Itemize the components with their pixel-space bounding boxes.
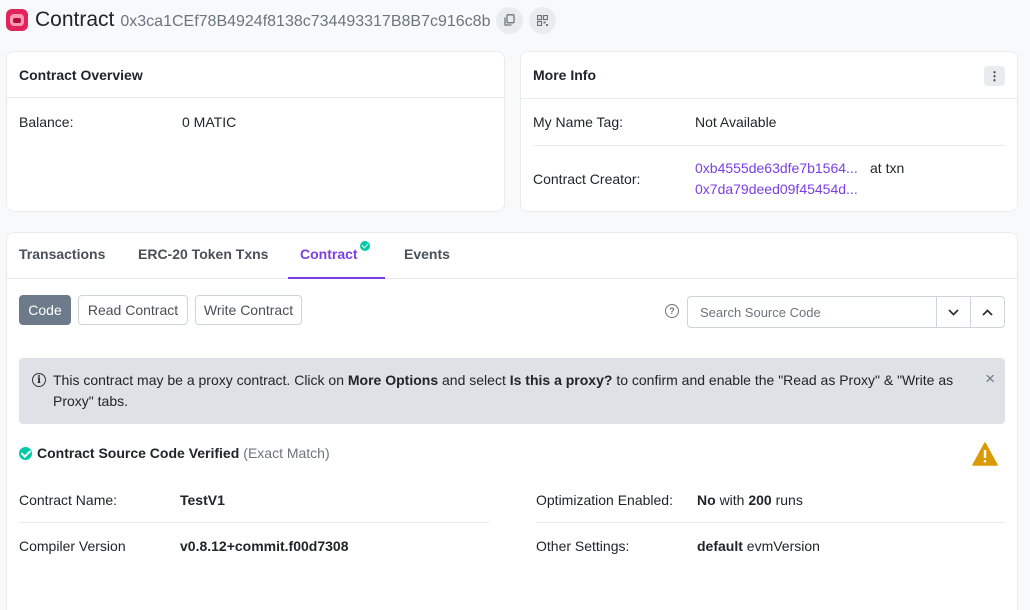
name-tag-label: My Name Tag: <box>533 114 623 130</box>
tab-events[interactable]: Events <box>404 233 450 279</box>
info-icon: i <box>32 373 46 387</box>
exact-match-label: (Exact Match) <box>243 445 330 461</box>
chevron-up-icon <box>982 308 993 316</box>
more-info-title: More Info <box>521 52 1017 99</box>
details-divider-right <box>536 522 1005 523</box>
verified-check-icon <box>19 446 32 460</box>
more-options-button[interactable]: ⋮ <box>984 66 1005 86</box>
optimization-label: Optimization Enabled: <box>536 492 673 508</box>
contract-logo-icon <box>6 9 28 31</box>
tab-transactions[interactable]: Transactions <box>19 233 105 279</box>
qr-code-button[interactable] <box>529 6 557 34</box>
tab-erc20-token-txns[interactable]: ERC-20 Token Txns <box>138 233 268 279</box>
kebab-icon: ⋮ <box>988 69 1001 83</box>
alert-more-options: More Options <box>347 372 439 388</box>
tab-contract[interactable]: Contract <box>288 233 385 279</box>
more-info-card: More Info ⋮ My Name Tag: Not Available C… <box>520 51 1018 212</box>
contract-overview-card: Contract Overview Balance: 0 MATIC <box>6 51 505 212</box>
contract-creator-label: Contract Creator: <box>533 171 641 187</box>
creator-address-link[interactable]: 0xb4555de63dfe7b1564... <box>695 160 858 176</box>
contract-address: 0x3ca1CEf78B4924f8138c734493317B8B7c916c… <box>120 12 491 30</box>
search-source-code <box>687 296 1005 328</box>
other-settings-default: default <box>697 538 743 554</box>
other-settings-value: default evmVersion <box>697 538 820 554</box>
write-contract-button[interactable]: Write Contract <box>195 295 302 325</box>
warning-icon[interactable] <box>972 442 998 466</box>
contract-name-label: Contract Name: <box>19 492 118 508</box>
page-header: Contract 0x3ca1CEf78B4924f8138c734493317… <box>6 6 557 34</box>
page-title: Contract <box>35 8 115 31</box>
qr-code-icon <box>537 14 549 26</box>
chevron-down-icon <box>948 308 959 316</box>
verified-check-icon <box>359 241 370 251</box>
alert-is-proxy: Is this a proxy? <box>509 372 613 388</box>
at-txn-label: at txn <box>870 160 905 176</box>
contract-overview-title: Contract Overview <box>7 52 504 98</box>
search-prev-button[interactable] <box>970 297 1004 327</box>
tab-contract-label: Contract <box>300 246 358 262</box>
help-icon[interactable]: ? <box>665 304 679 318</box>
read-contract-button[interactable]: Read Contract <box>78 295 188 325</box>
search-next-button[interactable] <box>936 297 970 327</box>
verified-status: Contract Source Code Verified (Exact Mat… <box>19 445 330 461</box>
compiler-version-value: v0.8.12+commit.f00d7308 <box>180 538 349 554</box>
compiler-version-label: Compiler Version <box>19 538 126 554</box>
optimization-enabled: No <box>697 492 716 508</box>
balance-label: Balance: <box>19 114 74 130</box>
balance-value: 0 MATIC <box>182 114 237 130</box>
tab-bar: Transactions ERC-20 Token Txns Contract … <box>7 233 1017 279</box>
optimization-value: No with 200 runs <box>697 492 803 508</box>
more-info-divider <box>533 145 1005 146</box>
copy-address-button[interactable] <box>496 6 524 34</box>
contract-name-value: TestV1 <box>180 492 225 508</box>
optimization-runs: 200 <box>748 492 772 508</box>
alert-text: and select <box>438 372 510 388</box>
name-tag-value: Not Available <box>695 114 777 130</box>
other-settings-suffix: evmVersion <box>746 538 820 554</box>
search-input[interactable] <box>688 297 936 327</box>
optimization-with: with <box>719 492 745 508</box>
details-divider-left <box>19 522 489 523</box>
verified-label: Contract Source Code Verified <box>37 445 240 461</box>
copy-icon <box>504 14 516 26</box>
contract-tabs-card: Transactions ERC-20 Token Txns Contract … <box>6 232 1018 610</box>
optimization-runs-word: runs <box>775 492 803 508</box>
other-settings-label: Other Settings: <box>536 538 630 554</box>
code-button[interactable]: Code <box>19 295 71 325</box>
close-alert-button[interactable]: × <box>985 368 995 389</box>
alert-text: This contract may be a proxy contract. C… <box>53 372 348 388</box>
creator-txn-link[interactable]: 0x7da79deed09f45454d... <box>695 181 858 197</box>
proxy-alert: i This contract may be a proxy contract.… <box>19 358 1005 424</box>
